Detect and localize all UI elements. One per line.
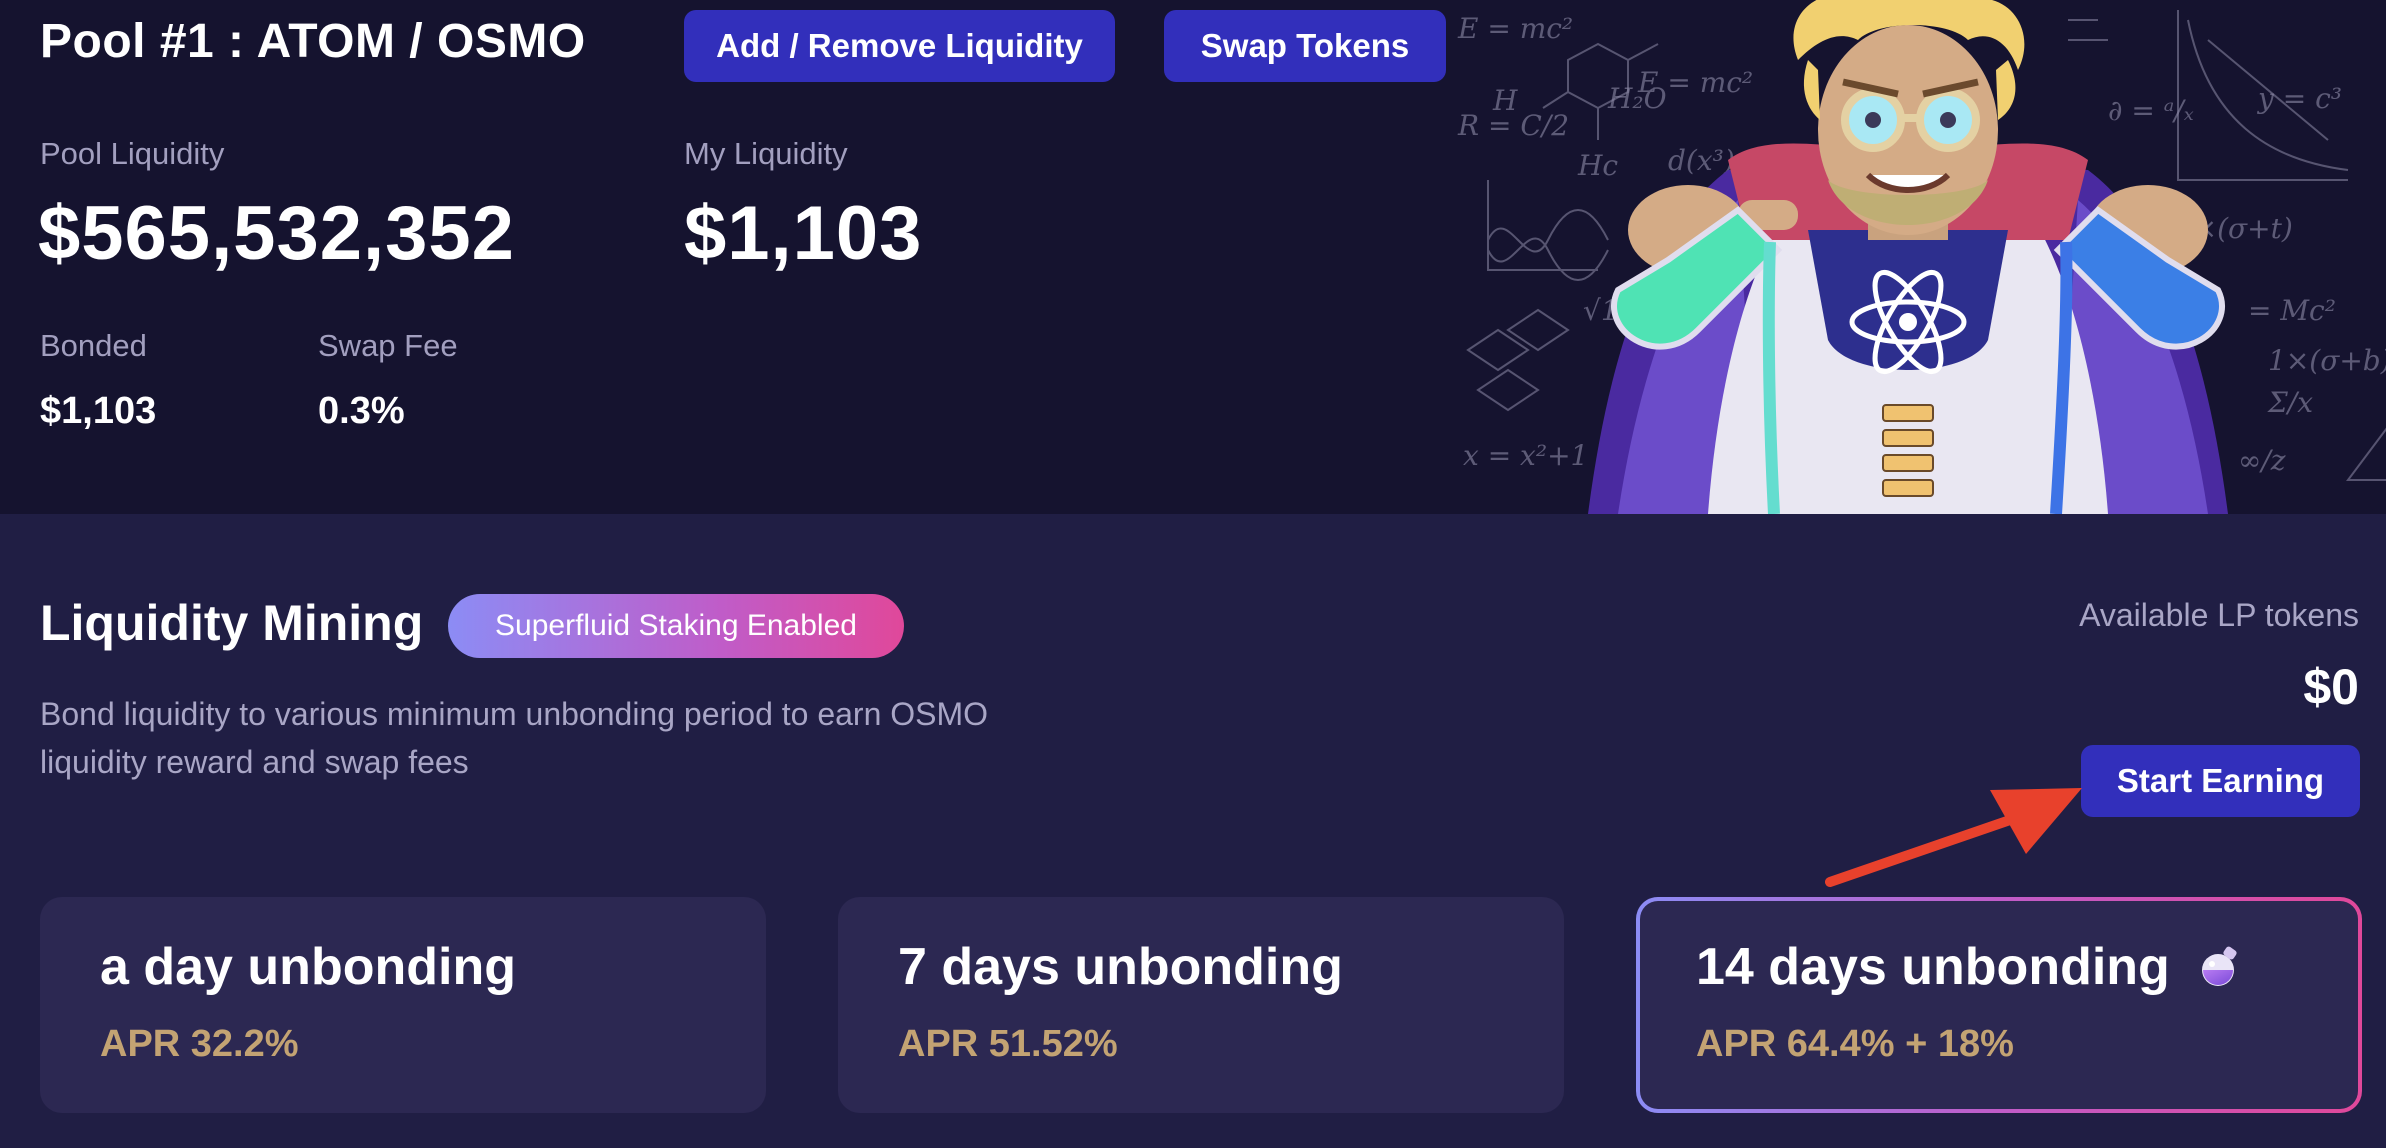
wizard-illustration: E = mc² E = mc² H₂O R = C/2 H d(x³) Hc ∂… [1457,0,2386,514]
svg-text:Σ/x: Σ/x [2267,386,2313,419]
swap-fee-value: 0.3% [318,390,405,432]
liquidity-mining-title: Liquidity Mining [40,595,424,651]
card-title: 14 days unbonding [1696,938,2170,996]
svg-text:Hc: Hc [1577,149,1618,182]
bonded-label: Bonded [40,328,147,363]
card-title: a day unbonding [100,938,516,996]
card-apr: APR 64.4% + 18% [1696,1023,2014,1065]
pool-header: Pool #1 : ATOM / OSMO Add / Remove Liqui… [0,0,2386,514]
my-liquidity-value: $1,103 [684,191,923,276]
add-remove-liquidity-button[interactable]: Add / Remove Liquidity [684,10,1115,82]
svg-text:= Mc²: = Mc² [2248,294,2336,327]
svg-text:1×(σ+b): 1×(σ+b) [2268,344,2386,377]
pool-title: Pool #1 : ATOM / OSMO [40,15,586,68]
svg-text:H₂O: H₂O [1607,82,1667,115]
available-lp-label: Available LP tokens [2079,597,2359,633]
unbonding-card-14-days[interactable]: 14 days unbonding APR 64.4% + 18% [1636,897,2362,1113]
available-lp-value: $0 [2303,659,2359,715]
svg-text:∞/z: ∞/z [2238,444,2286,477]
annotation-arrow [1825,788,2082,887]
bonded-value: $1,103 [40,390,157,432]
card-title-row: 14 days unbonding [1696,937,2242,997]
liquidity-mining-description: Bond liquidity to various minimum unbond… [40,696,989,780]
potion-icon [2202,946,2237,987]
svg-text:E = mc²: E = mc² [1457,12,1573,45]
card-apr: APR 51.52% [898,1023,1118,1065]
unbonding-card-7-days[interactable]: 7 days unbonding APR 51.52% [838,897,1564,1113]
my-liquidity-label: My Liquidity [684,136,848,171]
swap-fee-label: Swap Fee [318,328,458,363]
svg-text:y = c³: y = c³ [2256,82,2342,115]
card-apr: APR 32.2% [100,1023,299,1065]
unbonding-card-1-day[interactable]: a day unbonding APR 32.2% [40,897,766,1113]
swap-tokens-button[interactable]: Swap Tokens [1164,10,1446,82]
pool-liquidity-label: Pool Liquidity [40,136,225,171]
svg-text:x = x²+1: x = x²+1 [1463,439,1588,472]
card-title: 7 days unbonding [898,938,1343,996]
pool-liquidity-value: $565,532,352 [38,191,515,276]
superfluid-badge: Superfluid Staking Enabled [448,594,904,658]
svg-text:H: H [1492,84,1518,117]
svg-text:d(x³): d(x³) [1668,144,1735,177]
start-earning-button[interactable]: Start Earning [2081,745,2360,817]
svg-text:∂ = ᵃ/ₓ: ∂ = ᵃ/ₓ [2108,94,2194,127]
